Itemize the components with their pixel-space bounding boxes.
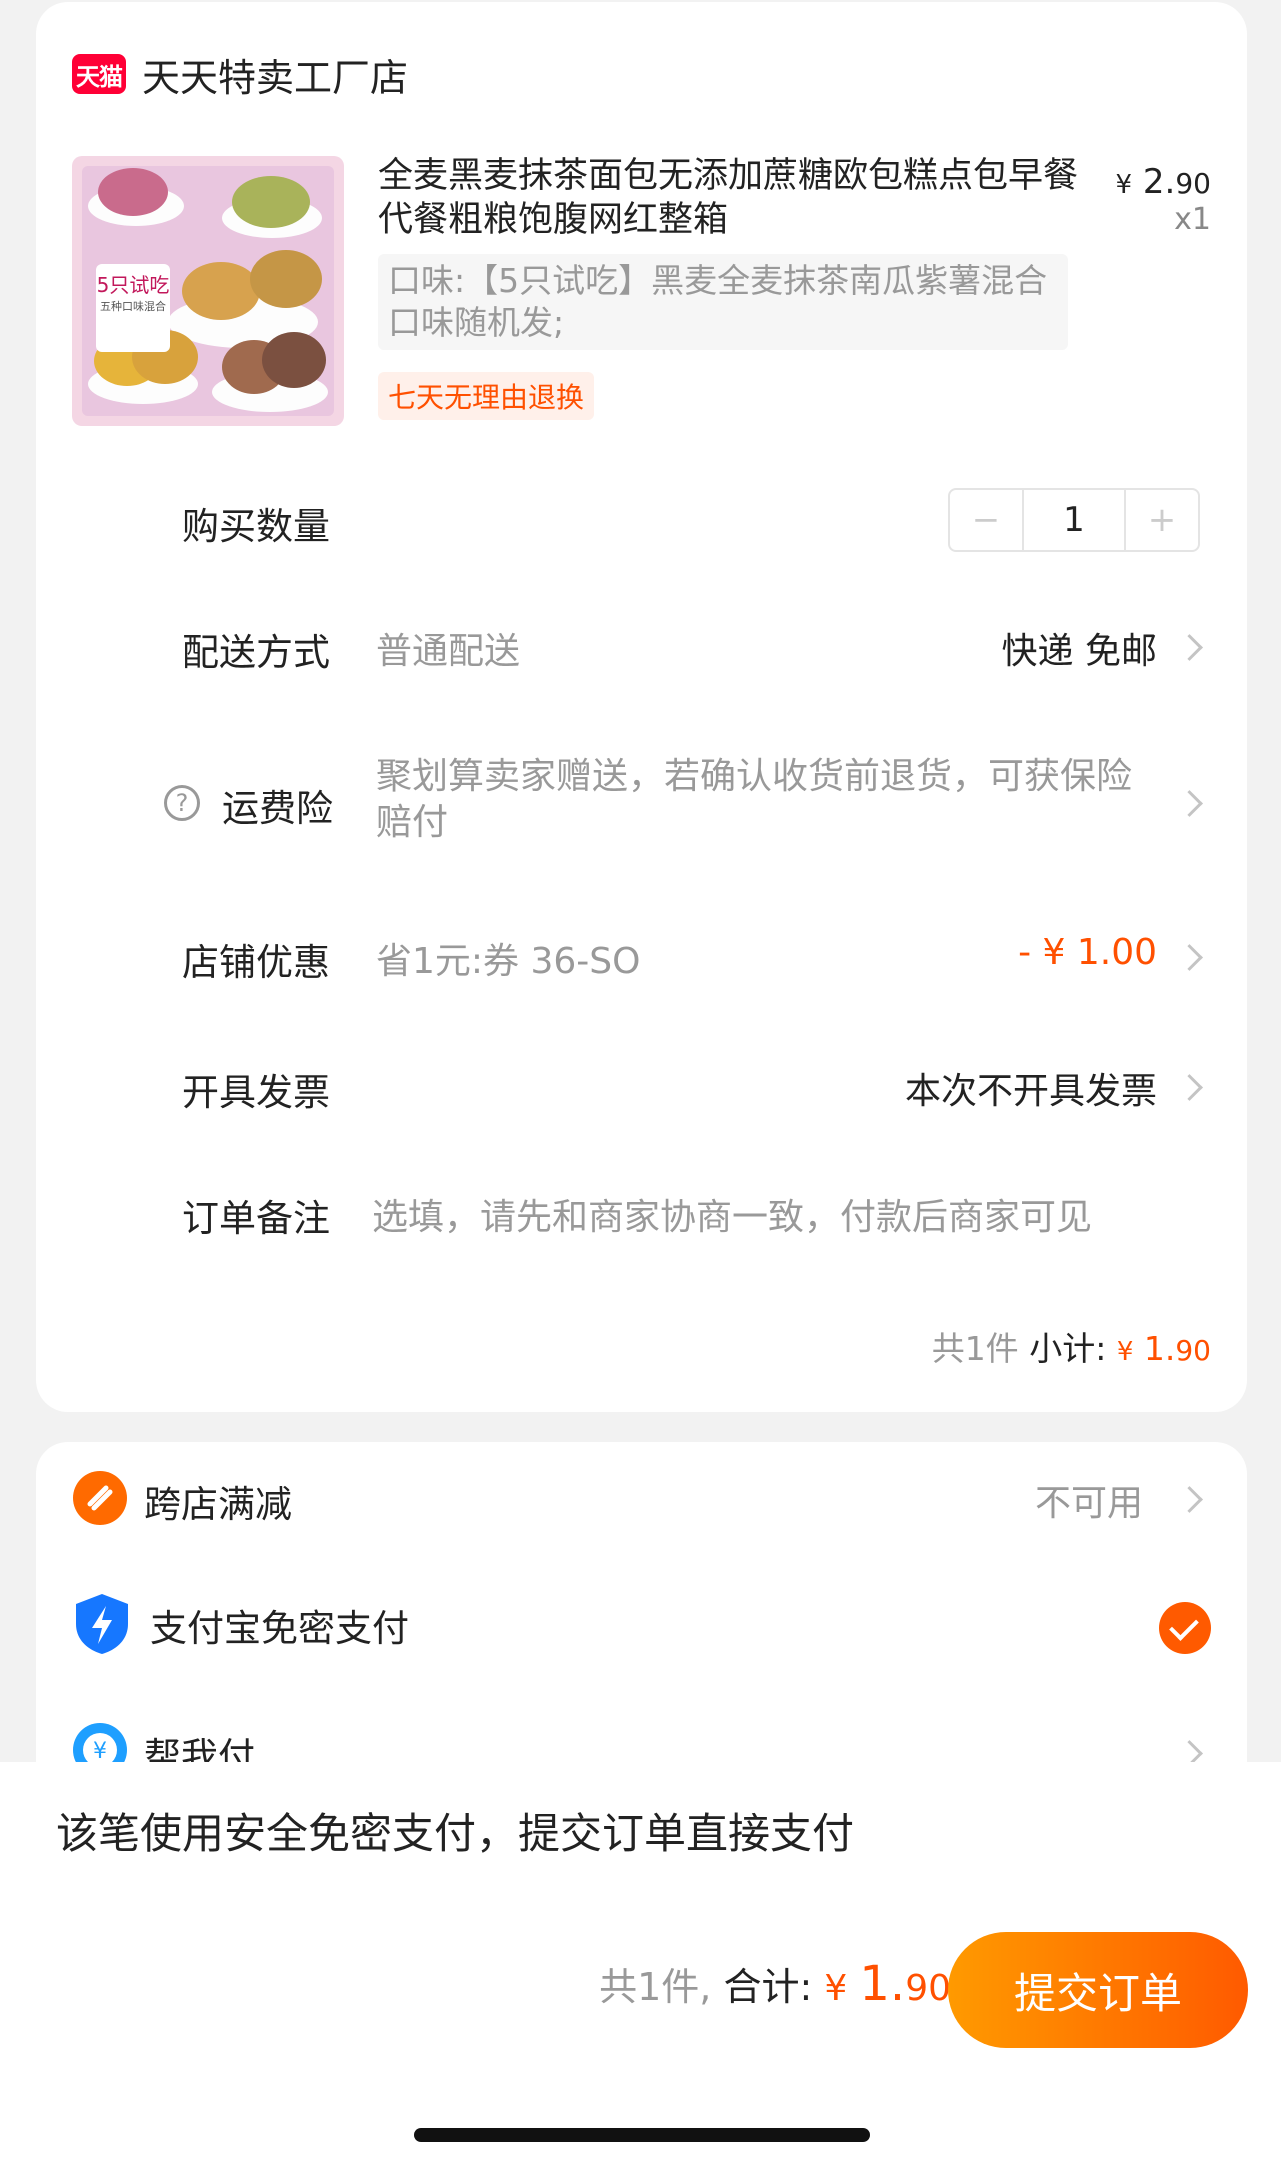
invoice-value: 本次不开具发票	[904, 1071, 1157, 1112]
chevron-right-icon	[1176, 944, 1203, 971]
chevron-right-icon	[1176, 634, 1203, 661]
store-header[interactable]: 天猫 天天特卖工厂店	[72, 50, 408, 100]
checkout-bar: 该笔使用安全免密支付，提交订单直接支付 共1件, 合计: ¥ 1.90 提交订单	[0, 1762, 1281, 2174]
quantity-label: 购买数量	[182, 505, 330, 548]
quantity-value[interactable]: 1	[1022, 490, 1126, 550]
insurance-label: 运费险	[222, 787, 333, 830]
thumbnail-background: 5只试吃 五种口味混合	[82, 166, 334, 416]
order-note-label: 订单备注	[182, 1197, 330, 1240]
bun-image	[262, 332, 326, 388]
bun-image	[250, 250, 322, 308]
insurance-description: 聚划算卖家赠送，若确认收货前退货，可获保险赔付	[376, 756, 1133, 843]
chevron-right-icon	[1176, 1486, 1203, 1513]
cross-store-label: 跨店满减	[144, 1483, 292, 1526]
discount-coupon: 省1元:券 36-SO	[376, 941, 641, 982]
product-flavor[interactable]: 口味:【5只试吃】黑麦全麦抹茶南瓜紫薯混合口味随机发;	[378, 254, 1068, 350]
invoice-label: 开具发票	[182, 1071, 330, 1114]
quantity-stepper: − 1 +	[948, 488, 1200, 552]
order-total: 共1件, 合计: ¥ 1.90	[599, 1956, 951, 2012]
submit-order-button[interactable]: 提交订单	[948, 1932, 1248, 2048]
decrease-button[interactable]: −	[950, 490, 1022, 550]
svg-text:¥: ¥	[93, 1739, 107, 1764]
delivery-method: 普通配送	[376, 631, 521, 672]
return-policy-badge: 七天无理由退换	[378, 372, 595, 420]
bun-image	[98, 168, 168, 216]
alipay-label: 支付宝免密支付	[150, 1607, 409, 1650]
product-price: ¥ 2.90	[1115, 162, 1211, 202]
payment-card: 跨店满减 不可用 支付宝免密支付 ¥ 帮我付	[36, 1442, 1247, 1802]
coupon-icon	[73, 1471, 127, 1525]
help-icon[interactable]: ?	[164, 785, 200, 821]
discount-value: - ¥ 1.00	[1018, 932, 1157, 973]
chevron-right-icon	[1176, 1074, 1203, 1101]
store-name[interactable]: 天天特卖工厂店	[142, 47, 408, 102]
cross-store-value: 不可用	[1034, 1483, 1143, 1524]
bun-image	[182, 262, 260, 320]
discount-label: 店铺优惠	[182, 941, 330, 984]
delivery-value: 快递 免邮	[1001, 631, 1157, 672]
order-card: 天猫 天天特卖工厂店 5只试吃 五种口味混合 全麦黑麦抹茶面包无添加蔗糖欧包糕点…	[36, 2, 1247, 1412]
bun-image	[232, 176, 310, 228]
product-title[interactable]: 全麦黑麦抹茶面包无添加蔗糖欧包糕点包早餐代餐粗粮饱腹网红整箱	[378, 154, 1098, 242]
payment-notice: 该笔使用安全免密支付，提交订单直接支付	[56, 1809, 855, 1858]
chevron-right-icon	[1176, 790, 1203, 817]
product-quantity: x1	[1174, 202, 1211, 237]
product-thumbnail[interactable]: 5只试吃 五种口味混合	[72, 156, 344, 426]
thumbnail-label: 5只试吃 五种口味混合	[96, 264, 170, 352]
order-note-input[interactable]: 选填，请先和商家协商一致，付款后商家可见	[372, 1188, 1092, 1240]
increase-button[interactable]: +	[1126, 490, 1198, 550]
home-indicator[interactable]	[414, 2128, 870, 2142]
subtotal: 共1件 小计: ¥ 1.90	[931, 1329, 1211, 1368]
checkmark-icon[interactable]	[1159, 1602, 1211, 1654]
delivery-label: 配送方式	[182, 631, 330, 674]
tmall-logo: 天猫	[72, 54, 126, 94]
alipay-shield-icon	[76, 1594, 128, 1654]
